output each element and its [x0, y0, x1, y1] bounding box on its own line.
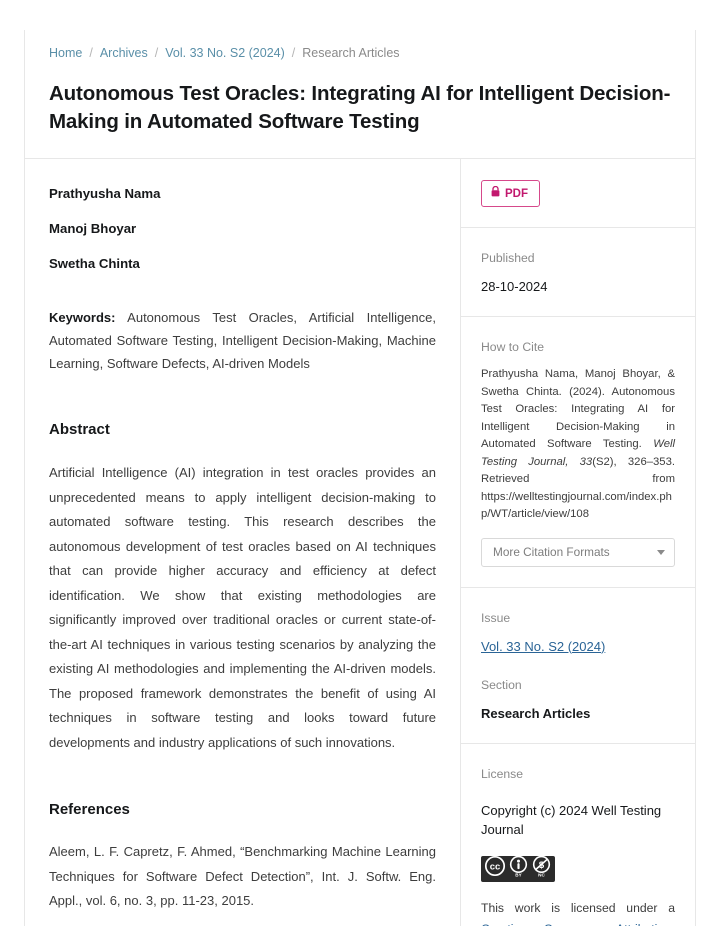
more-citation-formats-dropdown[interactable]: More Citation Formats: [481, 537, 675, 567]
main-column: Prathyusha Nama Manoj Bhoyar Swetha Chin…: [25, 159, 461, 926]
how-to-cite-label: How to Cite: [481, 340, 544, 354]
breadcrumb-item-archives[interactable]: Archives: [100, 46, 148, 60]
sidebar: PDF Published 28-10-2024 How to Cite Pra…: [461, 159, 695, 926]
license-link[interactable]: Creative Commons Attribution-NonCommerci…: [481, 922, 675, 926]
pdf-download-button[interactable]: PDF: [481, 180, 540, 207]
section-label: Section: [481, 677, 522, 692]
breadcrumb-separator: /: [89, 46, 93, 60]
license-text-pre: This work is licensed under a: [481, 900, 675, 915]
svg-text:cc: cc: [490, 862, 501, 873]
article-frame: Home / Archives / Vol. 33 No. S2 (2024) / Rese…: [24, 30, 696, 926]
section-value: Research Articles: [481, 705, 591, 721]
page-title: Autonomous Test Oracles: Integrating AI …: [49, 82, 671, 133]
breadcrumb-item-issue[interactable]: Vol. 33 No. S2 (2024): [165, 46, 285, 60]
cc-nc-icon: $ NC: [531, 855, 552, 882]
reference-list: Aleem, L. F. Capretz, F. Ahmed, “Benchma…: [49, 840, 436, 926]
chevron-down-icon: [657, 549, 665, 555]
abstract-text: Artificial Intelligence (AI) integration…: [49, 465, 436, 750]
issue-section-block: Issue Vol. 33 No. S2 (2024) Section Rese…: [461, 588, 695, 744]
title-block: Autonomous Test Oracles: Integrating AI …: [25, 62, 695, 159]
author-name: Prathyusha Nama: [49, 186, 161, 201]
svg-text:NC: NC: [538, 872, 545, 877]
breadcrumb-separator: /: [154, 46, 159, 60]
reference-item: Aleem, L. F. Capretz, F. Ahmed, “Benchma…: [49, 844, 436, 908]
author-name: Swetha Chinta: [49, 256, 140, 271]
author-name: Manoj Bhoyar: [49, 221, 137, 236]
citation-text: Prathyusha Nama, Manoj Bhoyar, & Swetha …: [481, 366, 675, 524]
article-page: Home / Archives / Vol. 33 No. S2 (2024) / Rese…: [0, 0, 720, 926]
breadcrumb: Home / Archives / Vol. 33 No. S2 (2024) / Rese…: [25, 30, 695, 62]
breadcrumb-item-current: Research Articles: [302, 46, 400, 60]
citation-issue: (S2): [592, 455, 614, 468]
pdf-button-label: PDF: [505, 187, 528, 200]
cc-by-icon: BY: [508, 855, 529, 882]
content-columns: Prathyusha Nama Manoj Bhoyar Swetha Chin…: [25, 159, 695, 926]
issue-label: Issue: [481, 610, 511, 625]
copyright-text: Copyright (c) 2024 Well Testing Journal: [481, 802, 662, 837]
published-block: Published 28-10-2024: [461, 228, 695, 317]
references-heading: References: [49, 801, 130, 818]
keywords-label: Keywords:: [49, 310, 116, 325]
how-to-cite-block: How to Cite Prathyusha Nama, Manoj Bhoya…: [461, 317, 695, 588]
breadcrumb-item-home[interactable]: Home: [49, 46, 82, 60]
svg-text:BY: BY: [515, 872, 521, 877]
more-citation-formats-label: More Citation Formats: [493, 545, 610, 559]
published-date: 28-10-2024: [481, 279, 548, 294]
license-statement: This work is licensed under a Creative C…: [481, 898, 675, 926]
published-label: Published: [481, 251, 535, 265]
issue-link[interactable]: Vol. 33 No. S2 (2024): [481, 639, 605, 654]
lock-icon: [491, 185, 500, 201]
cc-icon: cc: [484, 855, 506, 882]
galley-block: PDF: [461, 159, 695, 228]
citation-pre: Prathyusha Nama, Manoj Bhoyar, & Swetha …: [481, 368, 675, 450]
license-label: License: [481, 766, 524, 781]
abstract-heading: Abstract: [49, 421, 110, 438]
keywords: Keywords: Autonomous Test Oracles, Artif…: [49, 306, 436, 375]
license-block: License Copyright (c) 2024 Well Testing …: [461, 744, 695, 926]
creative-commons-badge[interactable]: cc BY $ NC: [481, 855, 555, 882]
breadcrumb-separator: /: [291, 46, 296, 60]
